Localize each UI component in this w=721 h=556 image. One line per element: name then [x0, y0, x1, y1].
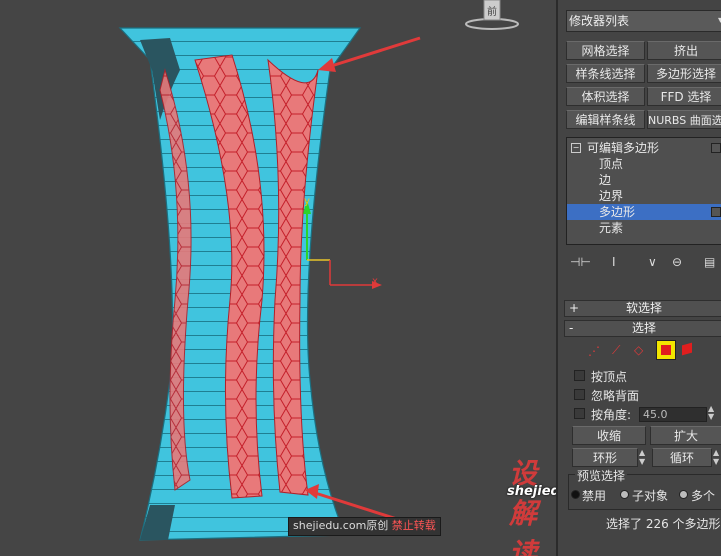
selection-rollout[interactable]: - 选择: [564, 320, 721, 337]
preview-off-radio[interactable]: [571, 490, 580, 499]
viewcube[interactable]: 前: [462, 0, 522, 32]
credit-original: 原创: [366, 519, 389, 532]
axis-x-label: x: [372, 276, 378, 287]
stack-item-polygon[interactable]: 多边形: [567, 204, 721, 220]
configure-sets-icon[interactable]: ▤: [704, 255, 715, 269]
selection-status-text: 选择了 226 个多边形: [606, 517, 721, 531]
ignore-backface-checkbox[interactable]: [574, 389, 585, 400]
ignore-backface-label: 忽略背面: [591, 389, 640, 403]
vertex-mode-icon[interactable]: ⋰: [588, 344, 600, 358]
shrink-button[interactable]: 收缩: [572, 426, 646, 445]
ring-button[interactable]: 环形: [572, 448, 638, 467]
stack-visibility-icon[interactable]: [711, 207, 721, 217]
edge-mode-icon[interactable]: ⟋: [612, 343, 620, 358]
stack-item-label: 顶点: [599, 157, 624, 171]
modifier-list-value: 修改器列表: [569, 14, 630, 28]
stack-toolbar: ⊣⊢ Ⅰ ∨ ⊖ ▤: [568, 255, 721, 273]
by-vertex-label: 按顶点: [591, 370, 628, 384]
edit-spline-button[interactable]: 编辑样条线: [566, 110, 645, 129]
viewcube-face-label: 前: [487, 7, 497, 18]
watermark-url: shejiedu.com: [507, 484, 556, 499]
modify-panel: 修改器列表 ▾ 网格选择 挤出 样条线选择 多边形选择 体积选择 FFD 选择 …: [556, 0, 721, 556]
extrude-button[interactable]: 挤出: [647, 41, 721, 60]
element-mode-icon[interactable]: [682, 342, 692, 356]
stack-root-item[interactable]: − 可编辑多边形: [567, 140, 721, 156]
remove-modifier-icon[interactable]: ⊖: [672, 255, 682, 269]
preview-multi-radio[interactable]: [679, 490, 688, 499]
preview-subobject-label: 子对象: [632, 489, 669, 503]
stack-visibility-icon[interactable]: [711, 143, 721, 153]
by-angle-label: 按角度:: [591, 408, 632, 422]
collapse-icon: -: [569, 321, 574, 335]
poly-select-button[interactable]: 多边形选择: [647, 64, 721, 83]
stack-item-vertex[interactable]: 顶点: [567, 156, 721, 172]
ffd-select-button[interactable]: FFD 选择: [647, 87, 721, 106]
credit-warning: 禁止转载: [391, 519, 436, 532]
grow-button[interactable]: 扩大: [650, 426, 721, 445]
by-vertex-checkbox[interactable]: [574, 370, 585, 381]
preview-multi-label: 多个: [691, 489, 716, 503]
stack-item-label: 边界: [599, 189, 624, 203]
polygon-mode-icon[interactable]: [656, 340, 676, 360]
stack-item-label: 边: [599, 173, 612, 187]
vol-select-button[interactable]: 体积选择: [566, 87, 645, 106]
make-unique-icon[interactable]: ∨: [648, 255, 657, 269]
spline-select-button[interactable]: 样条线选择: [566, 64, 645, 83]
credit-site: shejiedu.com: [293, 519, 367, 532]
modifier-stack[interactable]: − 可编辑多边形 顶点 边 边界 多边形 元素: [566, 137, 721, 245]
soft-selection-rollout[interactable]: + 软选择: [564, 300, 721, 317]
pin-stack-icon[interactable]: ⊣⊢: [570, 255, 591, 269]
ring-spinner-icon[interactable]: ▲ ▼: [639, 448, 645, 466]
modifier-list-dropdown[interactable]: 修改器列表 ▾: [566, 10, 721, 32]
by-angle-checkbox[interactable]: [574, 408, 585, 419]
spinner-arrows-icon[interactable]: ▲ ▼: [708, 405, 714, 421]
vase-mesh: [118, 27, 421, 541]
stack-item-label: 多边形: [599, 205, 636, 219]
stack-item-label: 元素: [599, 221, 624, 235]
expand-icon: +: [569, 301, 580, 315]
axis-y-label: y: [304, 196, 310, 207]
stack-item-border[interactable]: 边界: [567, 188, 721, 204]
collapse-icon: −: [571, 143, 581, 153]
watermark-logo: 设解读: [509, 457, 538, 556]
preview-selection-group: 预览选择 禁用 子对象 多个: [568, 467, 721, 510]
show-end-result-icon[interactable]: Ⅰ: [612, 255, 616, 269]
subobject-icons: ⋰ ⟋ ◇: [584, 340, 704, 362]
border-mode-icon[interactable]: ◇: [634, 343, 643, 357]
loop-spinner-icon[interactable]: ▲ ▼: [713, 448, 719, 466]
preview-selection-label: 预览选择: [575, 467, 628, 484]
viewport-perspective[interactable]: y x 前 设解读 shejiedu.com shejiedu.com原创 禁止…: [0, 0, 556, 556]
stack-item-edge[interactable]: 边: [567, 172, 721, 188]
preview-off-label: 禁用: [582, 489, 607, 503]
credit-banner: shejiedu.com原创 禁止转载: [288, 517, 441, 536]
stack-root-label: 可编辑多边形: [587, 141, 660, 155]
loop-button[interactable]: 循环: [652, 448, 712, 467]
stack-item-element[interactable]: 元素: [567, 220, 721, 236]
selection-title: 选择: [631, 321, 656, 335]
preview-subobject-radio[interactable]: [620, 490, 629, 499]
angle-spinner-field[interactable]: 45.0: [639, 407, 707, 422]
mesh-select-button[interactable]: 网格选择: [566, 41, 645, 60]
nurbs-select-button[interactable]: NURBS 曲面选择: [647, 110, 721, 129]
soft-selection-title: 软选择: [625, 301, 662, 315]
